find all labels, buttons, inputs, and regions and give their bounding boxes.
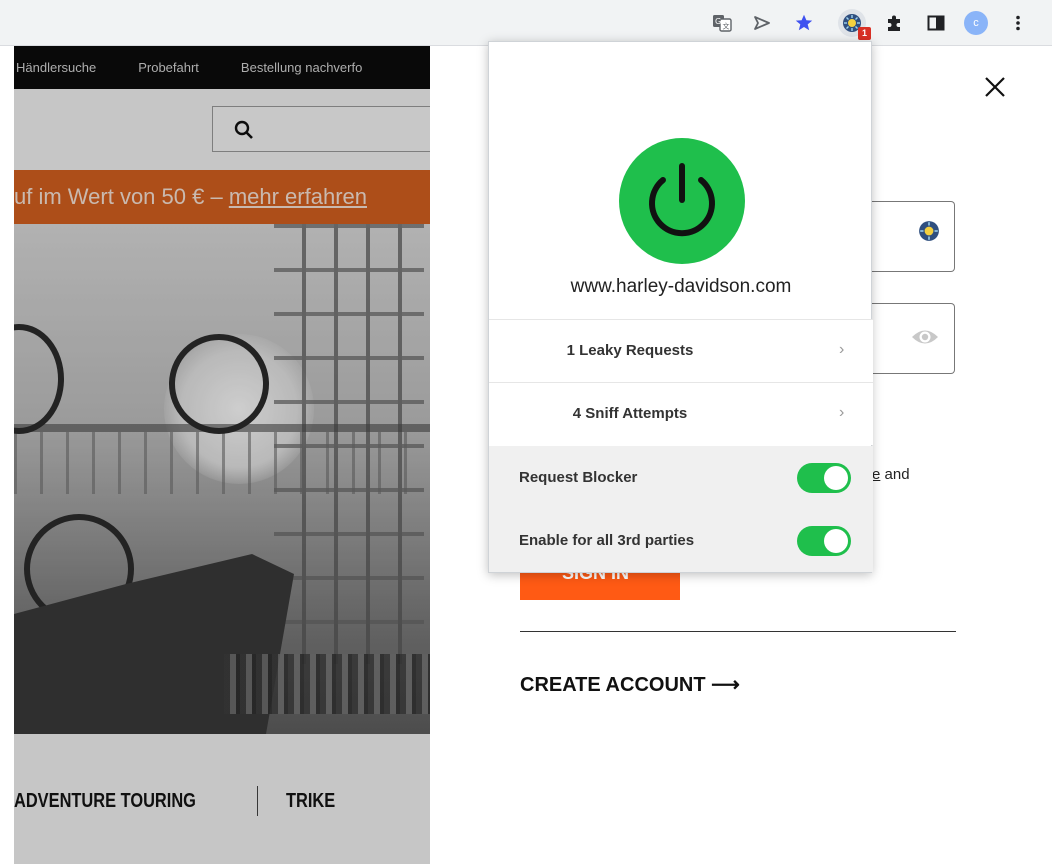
translate-icon[interactable]: G文 (708, 9, 736, 37)
terms-text: e and (872, 466, 910, 483)
sniff-attempts-row[interactable]: 4 Sniff Attempts › (489, 382, 873, 445)
login-divider (520, 631, 956, 632)
close-icon[interactable] (984, 76, 1006, 98)
all-third-parties-toggle[interactable] (797, 526, 851, 556)
power-button[interactable] (619, 138, 745, 264)
sign-in-label: SIGN IN (562, 572, 630, 583)
terms-suffix: and (880, 466, 910, 483)
more-menu-icon[interactable] (1004, 9, 1032, 37)
power-icon (649, 163, 715, 237)
extensions-puzzle-icon[interactable] (880, 9, 908, 37)
browser-toolbar: G文 1 c (0, 0, 1052, 46)
leaky-requests-label: 1 Leaky Requests (566, 342, 694, 359)
toggle-knob (824, 529, 848, 553)
email-field[interactable] (866, 201, 955, 272)
svg-text:G: G (715, 17, 721, 26)
request-blocker-label: Request Blocker (519, 469, 638, 486)
send-tab-icon[interactable] (748, 9, 776, 37)
chevron-right-icon: › (839, 404, 845, 421)
profile-avatar[interactable]: c (962, 9, 990, 37)
extension-badge: 1 (858, 27, 871, 40)
sign-in-button[interactable]: SIGN IN (520, 572, 680, 600)
site-domain: www.harley-davidson.com (570, 276, 792, 297)
side-panel-icon[interactable] (922, 9, 950, 37)
profile-initial: c (964, 11, 988, 35)
request-blocker-toggle[interactable] (797, 463, 851, 493)
toggle-knob (824, 466, 848, 490)
all-third-parties-row: Enable for all 3rd parties (489, 509, 873, 572)
password-field[interactable] (866, 303, 955, 374)
leaky-requests-row[interactable]: 1 Leaky Requests › (489, 319, 873, 382)
sniff-attempts-label: 4 Sniff Attempts (572, 405, 688, 422)
create-account-link[interactable]: CREATE ACCOUNT ⟶ (520, 672, 740, 697)
all-third-parties-label: Enable for all 3rd parties (519, 532, 695, 549)
bookmark-star-icon[interactable] (790, 9, 818, 37)
extension-field-icon[interactable] (918, 220, 940, 247)
request-blocker-row: Request Blocker (489, 446, 873, 509)
eye-icon[interactable] (910, 326, 940, 353)
modal-overlay[interactable] (14, 46, 430, 864)
svg-text:文: 文 (723, 22, 730, 31)
extension-icon[interactable]: 1 (838, 9, 871, 40)
extension-popup: www.harley-davidson.com 1 Leaky Requests… (488, 41, 873, 573)
chevron-right-icon: › (839, 341, 845, 358)
